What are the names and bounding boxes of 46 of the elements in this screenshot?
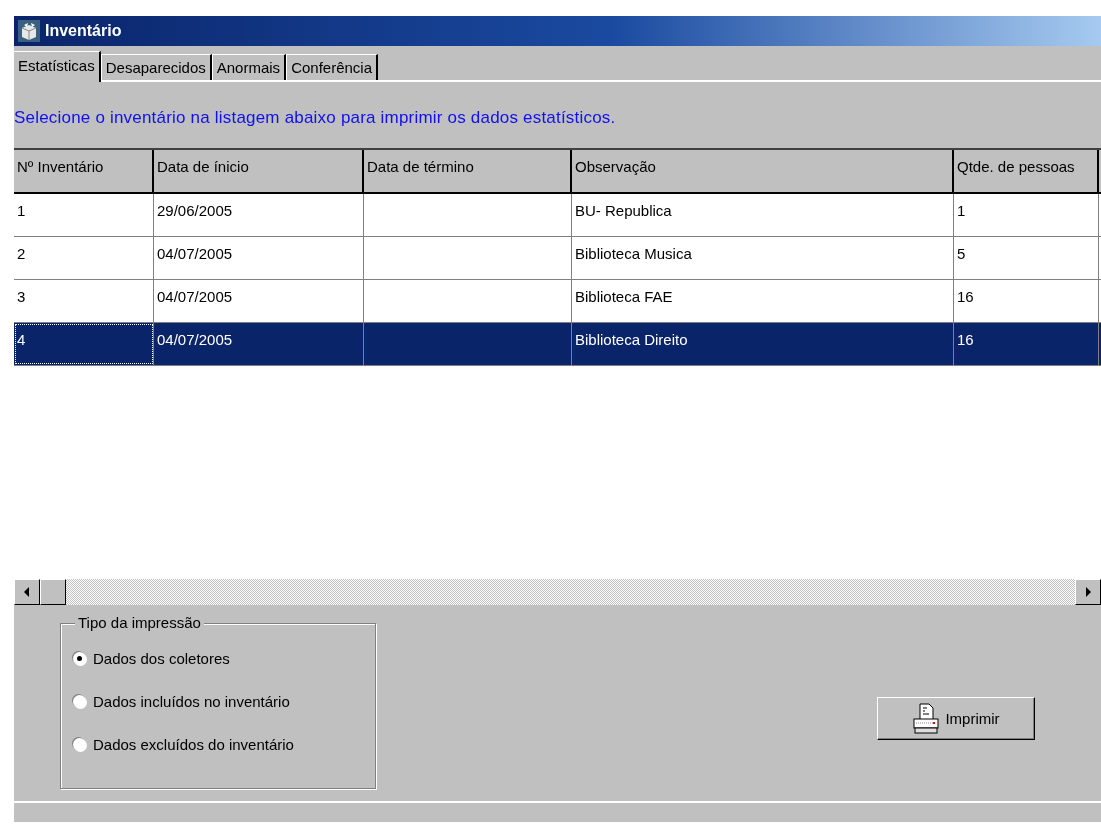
table-cell: 3: [17, 288, 26, 305]
tab[interactable]: Conferência: [286, 54, 378, 80]
tab[interactable]: Desaparecidos: [100, 54, 212, 80]
table-cell: 1: [957, 202, 966, 219]
table-cell: 04/07/2005: [157, 331, 233, 348]
column-header[interactable]: Data de término: [364, 150, 572, 192]
scrollbar[interactable]: [14, 578, 1101, 605]
radio-label[interactable]: Dados incluídos no inventário: [93, 693, 290, 710]
print-button[interactable]: Imprimir: [877, 697, 1035, 740]
column-header[interactable]: Data de ínicio: [154, 150, 364, 192]
right-arrow-icon: [1084, 587, 1092, 597]
tab[interactable]: Anormais: [211, 54, 287, 80]
radio-label[interactable]: Dados excluídos do inventário: [93, 736, 294, 753]
table-cell: 2: [17, 245, 26, 262]
table-cell: 1: [17, 202, 26, 219]
column-header[interactable]: Observação: [572, 150, 954, 192]
table-cell: 04/07/2005: [157, 245, 233, 262]
tab[interactable]: Estatísticas: [14, 51, 101, 82]
table-cell: 16: [957, 331, 974, 348]
radio-button[interactable]: [73, 695, 86, 708]
printer-icon: [912, 701, 941, 736]
table-cell: BU- Republica: [575, 202, 672, 219]
table-row[interactable]: 1 29/06/2005 BU- Republica 1: [14, 194, 1101, 237]
table-row[interactable]: 2 04/07/2005 Biblioteca Musica 5: [14, 237, 1101, 280]
table-cell: 04/07/2005: [157, 288, 233, 305]
window-title: Inventário: [45, 22, 122, 40]
column-header[interactable]: Qtde. de pessoas: [954, 150, 1099, 192]
table-row[interactable]: 4 04/07/2005 Biblioteca Direito 16: [14, 323, 1101, 366]
table-cell: Biblioteca Musica: [575, 245, 692, 262]
table-cell: 29/06/2005: [157, 202, 233, 219]
box-icon: [18, 20, 40, 42]
column-header[interactable]: Nº Inventário: [14, 150, 154, 192]
radio-label[interactable]: Dados dos coletores: [93, 650, 230, 667]
table-cell: Biblioteca Direito: [575, 331, 688, 348]
table-cell: 5: [957, 245, 966, 262]
scroll-right-button[interactable]: [1075, 579, 1101, 605]
table-cell: Biblioteca FAE: [575, 288, 673, 305]
instruction-text: Selecione o inventário na listagem abaixo para imprimir os dados estatísticos.: [14, 107, 617, 129]
radio-button[interactable]: [73, 738, 86, 751]
radio-button[interactable]: [73, 652, 86, 665]
table-cell: 4: [17, 331, 26, 348]
left-arrow-icon: [23, 587, 31, 597]
scroll-left-button[interactable]: [14, 579, 40, 605]
table-cell: 16: [957, 288, 974, 305]
scroll-thumb[interactable]: [40, 579, 66, 605]
group-label: Tipo da impressão: [75, 614, 204, 631]
